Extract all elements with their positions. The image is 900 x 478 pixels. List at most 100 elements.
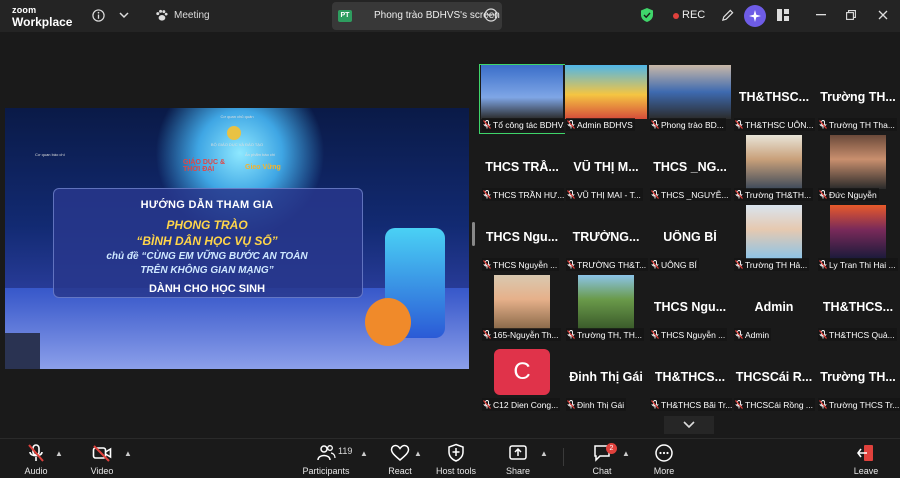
participants-options-caret-icon[interactable]: ▲ (360, 449, 368, 458)
participant-label: THCSCái Rồng ... (734, 398, 816, 411)
close-icon[interactable] (876, 8, 890, 22)
participant-name: Trường TH... (820, 370, 896, 384)
brand-line1: zoom (12, 5, 37, 15)
leave-icon (857, 445, 873, 461)
leave-button[interactable]: Leave (836, 443, 896, 476)
participant-name: UÔNG BÍ (663, 230, 717, 244)
mic-muted-icon (483, 190, 491, 199)
participant-name: THCS Ngu... (485, 230, 559, 244)
shared-screen[interactable]: Cơ quan chủ quản BỘ GIÁO DỤC VÀ ĐÀO TẠO … (5, 108, 469, 369)
participant-tile[interactable]: Admin BDHVS (564, 65, 648, 133)
host-tools-label: Host tools (435, 466, 477, 476)
chat-unread-badge: 2 (606, 443, 617, 454)
video-button[interactable]: Video (72, 443, 132, 476)
video-options-caret-icon[interactable]: ▲ (124, 449, 132, 458)
participant-label-text: Trường TH&TH... (745, 189, 812, 200)
participant-tile[interactable]: Trường TH Hả... (732, 205, 816, 273)
participant-tile[interactable]: Admin Admin (732, 275, 816, 343)
participant-video (481, 65, 563, 119)
more-options-icon[interactable] (484, 8, 498, 22)
chat-options-caret-icon[interactable]: ▲ (622, 449, 630, 458)
annotate-pen-icon[interactable] (720, 8, 734, 22)
participant-tile[interactable]: TH&THCS... TH&THCS Bãi Tr... (648, 345, 732, 413)
info-icon[interactable] (91, 8, 105, 22)
more-button[interactable]: More (634, 443, 694, 476)
participant-tile[interactable]: TH&THSC... TH&THSC UÔN... (732, 65, 816, 133)
leave-label: Leave (853, 466, 879, 476)
slide-title5: TRÊN KHÔNG GIAN MẠNG” (140, 265, 274, 276)
mic-muted-icon (819, 190, 827, 199)
react-options-caret-icon[interactable]: ▲ (414, 449, 422, 458)
participant-label: Trường TH, TH... (566, 328, 644, 341)
participant-label-text: THCS TRẦN HƯ... (493, 189, 564, 200)
participant-tile[interactable]: 165-Nguyễn Th... (480, 275, 564, 343)
title-bar: zoom Workplace Meeting PT Phong trào BDH… (0, 0, 900, 32)
participant-label-text: Trường TH Tha... (829, 119, 895, 130)
participant-video (649, 65, 731, 119)
participant-video (830, 205, 886, 259)
participant-tile[interactable]: Trường TH... Trường TH Tha... (816, 65, 900, 133)
participant-video (578, 275, 634, 329)
participant-tile[interactable]: THCS _NG... THCS _NGUYỄ... (648, 135, 732, 203)
mic-muted-icon (567, 190, 575, 199)
participant-tile[interactable]: THCS TRẦ... THCS TRẦN HƯ... (480, 135, 564, 203)
mic-muted-icon (651, 400, 659, 409)
slide-product-label: Ấn phẩm báo chí (245, 152, 276, 157)
participant-tile[interactable]: Phong trào BD... (648, 65, 732, 133)
mic-muted-icon (735, 120, 743, 129)
participant-tile[interactable]: Đinh Thị Gái Đinh Thị Gái (564, 345, 648, 413)
participant-label-text: Trường TH, TH... (577, 329, 642, 340)
participant-tile[interactable]: C C12 Dien Cong... (480, 345, 564, 413)
participant-tile[interactable]: THCSCái R... THCSCái Rồng ... (732, 345, 816, 413)
host-tools-button[interactable]: Host tools (426, 443, 486, 476)
minimize-icon[interactable] (814, 8, 828, 22)
participant-tile[interactable]: VŨ THỊ M... VŨ THỊ MAI - T... (564, 135, 648, 203)
participants-label: Participants (302, 466, 350, 476)
ai-companion-icon[interactable] (744, 5, 766, 27)
mic-muted-icon (483, 400, 491, 409)
participant-tile[interactable]: Đức Nguyễn (816, 135, 900, 203)
mic-muted-icon (28, 444, 44, 462)
participant-tile[interactable]: TH&THCS... TH&THCS Quả... (816, 275, 900, 343)
split-resize-handle[interactable] (472, 222, 475, 246)
participant-label: THCS _NGUYỄ... (650, 188, 731, 201)
chat-label: Chat (592, 466, 612, 476)
participant-label: 165-Nguyễn Th... (482, 328, 561, 341)
video-label: Video (90, 466, 114, 476)
view-layout-icon[interactable] (776, 8, 790, 22)
participant-tile[interactable]: Trường TH&TH... (732, 135, 816, 203)
participant-label-text: Tổ công tác BDHVS (493, 119, 564, 130)
recording-label[interactable]: REC (682, 9, 705, 21)
toolbar-separator (563, 448, 564, 466)
participant-tile[interactable]: THCS Ngu... THCS Nguyễn ... (648, 275, 732, 343)
participant-tile[interactable]: Trường TH... Trường THCS Tr... (816, 345, 900, 413)
audio-options-caret-icon[interactable]: ▲ (55, 449, 63, 458)
meeting-label[interactable]: Meeting (174, 10, 210, 21)
slide-title1: HƯỚNG DẪN THAM GIA (140, 199, 274, 211)
participant-tile[interactable]: Tổ công tác BDHVS (479, 64, 565, 134)
recording-dot-icon (673, 13, 679, 19)
participant-video (494, 275, 550, 329)
participant-name: TH&THSC... (738, 90, 810, 104)
participant-label: TH&THCS Bãi Tr... (650, 398, 732, 411)
participant-tile[interactable]: TRƯỜNG... TRƯỜNG TH&T... (564, 205, 648, 273)
participant-tile[interactable]: Ly Tran Thi Hai ... (816, 205, 900, 273)
participant-name: VŨ THỊ M... (573, 160, 639, 174)
participant-label: TH&THCS Quả... (818, 328, 897, 341)
mic-muted-icon (651, 260, 659, 269)
participant-tile[interactable]: THCS Ngu... THCS Nguyễn ... (480, 205, 564, 273)
restore-window-icon[interactable] (844, 8, 858, 22)
chat-button[interactable]: Chat (572, 443, 632, 476)
participant-label-text: THCSCái Rồng ... (745, 399, 814, 410)
react-button[interactable]: React (370, 443, 430, 476)
chevron-down-icon[interactable] (118, 9, 130, 21)
share-options-caret-icon[interactable]: ▲ (540, 449, 548, 458)
participant-tile[interactable]: Trường TH, TH... (564, 275, 648, 343)
mic-muted-icon (735, 400, 743, 409)
participant-tile[interactable]: UÔNG BÍ UÔNG BÍ (648, 205, 732, 273)
security-shield-icon[interactable] (640, 8, 654, 22)
audio-button[interactable]: Audio (6, 443, 66, 476)
share-button[interactable]: Share (488, 443, 548, 476)
audio-label: Audio (24, 466, 48, 476)
gallery-next-page-button[interactable] (664, 416, 714, 434)
